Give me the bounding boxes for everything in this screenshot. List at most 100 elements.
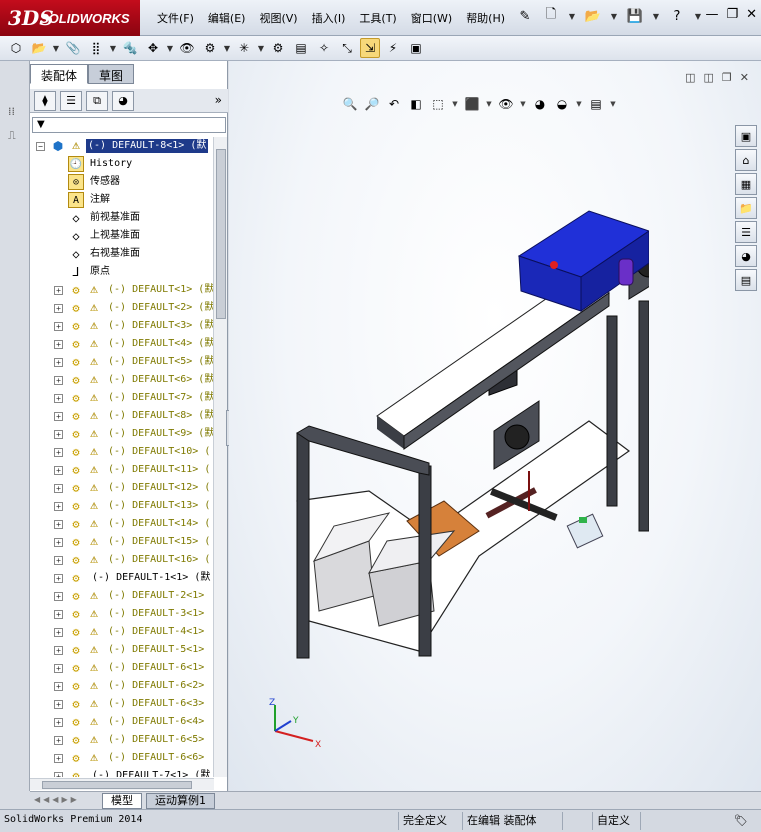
expand-toggle-icon[interactable]: + [54,772,63,777]
expand-toggle-icon[interactable]: + [54,358,63,367]
expand-toggle-icon[interactable]: + [54,556,63,565]
scroll-thumb[interactable] [216,149,226,319]
expand-toggle-icon[interactable]: + [54,682,63,691]
expand-toggle-icon[interactable]: + [54,340,63,349]
view-orientation-icon[interactable]: ⬚ [429,95,447,113]
viewport-split-alt-icon[interactable]: ◫ [704,71,714,84]
expand-toggle-icon[interactable]: + [54,520,63,529]
component-row[interactable]: + ⚙ ⚠ (-) DEFAULT<7> (默 [30,389,214,407]
menu-insert[interactable]: 插入(I) [305,10,353,26]
pin-icon[interactable]: ✎ [515,6,535,26]
insert-dropdown-icon[interactable]: ▼ [52,44,60,53]
component-row[interactable]: + ⚙ ⚠ (-) DEFAULT<16> ( [30,551,214,569]
expand-toggle-icon[interactable]: + [54,592,63,601]
expand-toggle-icon[interactable]: + [54,466,63,475]
component-row[interactable]: + ⚙ ⚠ (-) DEFAULT-6<2> [30,677,214,695]
insert-components-icon[interactable]: 📂 [29,38,49,58]
scene-dropdown-icon[interactable]: ▼ [575,95,583,113]
tree-item-annotations[interactable]: A 注解 [30,191,214,209]
restore-icon[interactable]: ❐ [726,7,738,22]
menu-tools[interactable]: 工具(T) [352,10,403,26]
sketch-strip-icon[interactable]: ⁞⁞ [8,105,24,119]
reference-geometry-icon[interactable]: ✳ [234,38,254,58]
snapshot-icon[interactable]: ▣ [406,38,426,58]
tree-root[interactable]: − ⬢ ⚠ (-) DEFAULT-8<1> (默 [30,137,214,155]
graphics-area[interactable]: ◫ ◫ ❐ ✕ 🔍 🔎 ↶ ◧ ⬚ ▼ ⬛ ▼ 👁 ▼ ◕ ◒ ▼ ▤ ▼ ▣ … [229,61,761,791]
mate-icon[interactable]: 📎 [63,38,83,58]
property-manager-icon[interactable]: ☰ [60,90,82,111]
expand-toggle-icon[interactable]: + [54,574,63,583]
show-hidden-components-icon[interactable]: 👁 [177,38,197,58]
explode-line-sketch-icon[interactable]: ⤡ [337,38,357,58]
save-dropdown-icon[interactable]: ▼ [651,6,661,26]
instant3d-icon[interactable]: ⇲ [360,38,380,58]
apply-scene-icon[interactable]: ◒ [553,95,571,113]
expand-toggle-icon[interactable]: + [54,664,63,673]
solidworks-logo[interactable]: 3DS SOLIDWORKS [0,0,140,36]
tree-vertical-scrollbar[interactable] [213,137,227,777]
component-row[interactable]: + ⚙ ⚠ (-) DEFAULT-6<4> [30,713,214,731]
tree-filter[interactable]: ▼ [32,117,226,133]
design-library-icon[interactable]: ▦ [735,173,757,195]
features-dropdown-icon[interactable]: ▼ [223,44,231,53]
new-dropdown-icon[interactable]: ▼ [567,6,577,26]
orientation-dropdown-icon[interactable]: ▼ [451,95,459,113]
hide-show-items-icon[interactable]: 👁 [497,95,515,113]
more-tabs-icon[interactable]: » [215,93,222,107]
expand-toggle-icon[interactable]: + [54,286,63,295]
component-row[interactable]: + ⚙ ⚠ (-) DEFAULT<5> (默 [30,353,214,371]
component-row[interactable]: + ⚙ ⚠ (-) DEFAULT<2> (默 [30,299,214,317]
display-style-icon[interactable]: ⬛ [463,95,481,113]
expand-toggle-icon[interactable]: + [54,628,63,637]
component-row[interactable]: + ⚙ ⚠ (-) DEFAULT-2<1> [30,587,214,605]
tree-horizontal-scrollbar[interactable] [30,778,214,790]
minimize-icon[interactable]: — [705,7,718,22]
reference-dropdown-icon[interactable]: ▼ [257,44,265,53]
save-icon[interactable]: 💾 [625,6,645,26]
tab-assembly[interactable]: 装配体 [30,64,89,84]
component-row[interactable]: + ⚙ ⚠ (-) DEFAULT-6<1> [30,659,214,677]
component-row[interactable]: + ⚙ ⚠ (-) DEFAULT-6<3> [30,695,214,713]
component-row[interactable]: + ⚙ (-) DEFAULT-1<1> (默 [30,569,214,587]
feature-manager-tree-icon[interactable]: ⧫ [34,90,56,111]
component-row[interactable]: + ⚙ ⚠ (-) DEFAULT<9> (默 [30,425,214,443]
solidworks-resources-icon[interactable]: ▣ [735,125,757,147]
section-view-icon[interactable]: ◧ [407,95,425,113]
pattern-dropdown-icon[interactable]: ▼ [109,44,117,53]
tree-item-sensors[interactable]: ⊙ 传感器 [30,173,214,191]
tab-motion-study[interactable]: 运动算例1 [146,793,215,809]
configuration-manager-icon[interactable]: ⧉ [86,90,108,111]
tree-item-front-plane[interactable]: ◇ 前视基准面 [30,209,214,227]
expand-toggle-icon[interactable]: + [54,754,63,763]
viewport-restore-icon[interactable]: ❐ [722,71,732,84]
tab-scroll-arrows[interactable]: ◀◀◀▶▶ [34,795,80,804]
edit-component-icon[interactable]: ⬡ [6,38,26,58]
menu-help[interactable]: 帮助(H) [459,10,512,26]
component-row[interactable]: + ⚙ ⚠ (-) DEFAULT<12> ( [30,479,214,497]
component-row[interactable]: + ⚙ ⚠ (-) DEFAULT-3<1> [30,605,214,623]
menu-view[interactable]: 视图(V) [252,10,304,26]
collapse-toggle-icon[interactable]: − [36,142,45,151]
tree-item-history[interactable]: 🕘 History [30,155,214,173]
tree-item-top-plane[interactable]: ◇ 上视基准面 [30,227,214,245]
move-component-icon[interactable]: ✥ [143,38,163,58]
expand-toggle-icon[interactable]: + [54,412,63,421]
home-icon[interactable]: ⌂ [735,149,757,171]
tree-item-origin[interactable]: ⅃ 原点 [30,263,214,281]
component-row[interactable]: + ⚙ ⚠ (-) DEFAULT-6<5> [30,731,214,749]
speedpak-icon[interactable]: ⚡ [383,38,403,58]
viewport-close-icon[interactable]: ✕ [740,71,749,84]
component-row[interactable]: + ⚙ ⚠ (-) DEFAULT<15> ( [30,533,214,551]
new-motion-study-icon[interactable]: ⚙ [268,38,288,58]
expand-toggle-icon[interactable]: + [54,646,63,655]
component-row[interactable]: + ⚙ ⚠ (-) DEFAULT<11> ( [30,461,214,479]
hide-show-dropdown-icon[interactable]: ▼ [519,95,527,113]
open-folder-icon[interactable]: 📂 [583,6,603,26]
component-row[interactable]: + ⚙ ⚠ (-) DEFAULT-4<1> [30,623,214,641]
expand-toggle-icon[interactable]: + [54,610,63,619]
expand-toggle-icon[interactable]: + [54,394,63,403]
expand-toggle-icon[interactable]: + [54,502,63,511]
new-document-icon[interactable]: 🗋 [541,6,561,26]
component-row[interactable]: + ⚙ ⚠ (-) DEFAULT<13> ( [30,497,214,515]
linear-pattern-icon[interactable]: ⣿ [86,38,106,58]
